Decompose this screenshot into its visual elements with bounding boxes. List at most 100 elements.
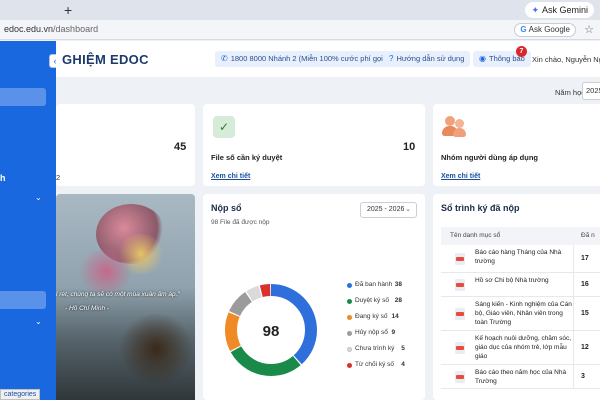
book-name: Sáng kiến - Kinh nghiệm của Cán bộ, Giáo… xyxy=(475,301,572,326)
year-select-value: 2025 - 2026 xyxy=(367,206,405,213)
legend-label: Đang ký số xyxy=(355,313,388,320)
legend-value: 9 xyxy=(391,329,396,336)
quote-text: l rét, chúng ta sẽ có một mùa xuân ấm áp… xyxy=(56,291,180,298)
quote-author: - Hồ Chí Minh - xyxy=(65,305,110,312)
sidebar-item-label[interactable]: h xyxy=(0,173,6,183)
table-row[interactable]: Báo cáo theo năm học của Nhà Trường 3 xyxy=(441,365,600,389)
year-select[interactable]: 2025 - 2026 ⌄ xyxy=(360,202,417,218)
url-path: /dashboard xyxy=(53,24,99,34)
legend-item[interactable]: Đã ban hành 38 xyxy=(347,281,425,297)
book-name: Báo cáo theo năm học của Nhà Trường xyxy=(475,369,567,385)
book-count: 12 xyxy=(581,344,589,351)
book-name: Hồ sơ Chi bộ Nhà trường xyxy=(475,277,549,284)
gemini-icon: ✦ xyxy=(531,5,539,15)
pdf-file-icon xyxy=(455,371,465,383)
signed-books-card: Sổ trình ký đã nộp Tên danh mục sổ Đã n … xyxy=(433,194,600,400)
legend-item[interactable]: Duyệt ký số 28 xyxy=(347,297,425,313)
url-text[interactable]: edoc.edu.vn/dashboard xyxy=(4,24,98,34)
page-header: GHIỆM EDOC ✆ 1800 8000 Nhánh 2 (Miễn 100%… xyxy=(56,41,600,77)
url-host: edoc.edu.vn xyxy=(4,24,54,34)
legend-label: Chưa trình ký xyxy=(355,345,395,352)
legend-label: Duyệt ký số xyxy=(355,297,389,304)
chevron-down-icon[interactable]: ⌄ xyxy=(35,193,42,202)
pdf-file-icon xyxy=(455,342,465,354)
table-row[interactable]: Sáng kiến - Kinh nghiệm của Cán bộ, Giáo… xyxy=(441,297,600,331)
stat-card: 45 2 xyxy=(56,104,195,186)
book-name: Kế hoạch nuôi dưỡng, chăm sóc, giáo dục … xyxy=(475,335,572,360)
legend-dot xyxy=(347,363,352,368)
table-row[interactable]: Báo cáo hàng Tháng của Nhà trường 17 xyxy=(441,245,600,273)
browser-tab-bar: + ✦ Ask Gemini xyxy=(0,0,600,20)
guide-label: Hướng dẫn sử dụng xyxy=(396,54,465,63)
stat-label: Nhóm người dùng áp dụng xyxy=(441,153,538,162)
user-guide-button[interactable]: ? Hướng dẫn sử dụng xyxy=(383,51,471,67)
pdf-file-icon xyxy=(455,253,465,265)
legend-label: Đã ban hành xyxy=(355,281,393,288)
google-icon: G xyxy=(520,25,527,34)
pdf-file-icon xyxy=(455,308,465,320)
card-subtitle: 98 File đã được nộp xyxy=(211,219,270,226)
ask-google-label: Ask Google xyxy=(528,25,570,34)
legend-value: 14 xyxy=(391,313,399,320)
address-bar[interactable]: edoc.edu.vn/dashboard G Ask Google ☆ xyxy=(0,20,600,40)
donut-chart: 98 xyxy=(225,284,317,376)
brand-title: GHIỆM EDOC xyxy=(62,52,149,67)
card-title: Nộp sổ xyxy=(211,203,242,213)
stat-card-files-to-sign: ✓ 10 File số cần ký duyệt Xem chi tiết xyxy=(203,104,425,186)
table-row[interactable]: Hồ sơ Chi bộ Nhà trường 16 xyxy=(441,273,600,297)
stat-label: File số cần ký duyệt xyxy=(211,153,283,162)
chevron-down-icon: ⌄ xyxy=(405,206,411,213)
chart-legend: Đã ban hành 38 Duyệt ký số 28 Đang ký số 14 Hủ… xyxy=(347,281,425,377)
legend-dot xyxy=(347,299,352,304)
legend-dot xyxy=(347,347,352,352)
ask-google-button[interactable]: G Ask Google xyxy=(514,23,576,37)
stat-number: 45 xyxy=(174,141,187,153)
notification-count-badge: 7 xyxy=(516,46,527,57)
legend-item[interactable]: Từ chối ký số 4 xyxy=(347,361,425,377)
legend-value: 4 xyxy=(401,361,405,368)
stat-card-user-groups: Nhóm người dùng áp dụng Xem chi tiết xyxy=(433,104,600,186)
legend-item[interactable]: Đang ký số 14 xyxy=(347,313,425,329)
quote-photo: l rét, chúng ta sẽ có một mùa xuân ấm áp… xyxy=(56,194,195,400)
user-greeting[interactable]: Xin chào, Nguyễn Ngọc xyxy=(532,55,600,64)
clipboard-check-icon: ✓ xyxy=(213,116,235,138)
legend-dot xyxy=(347,283,352,288)
flower-bouquet xyxy=(76,249,136,294)
legend-label: Từ chối ký số xyxy=(355,361,395,368)
legend-value: 38 xyxy=(394,281,402,288)
stat-sub-value: 2 xyxy=(56,173,61,182)
book-name: Báo cáo hàng Tháng của Nhà trường xyxy=(475,249,562,265)
ask-gemini-label: Ask Gemini xyxy=(541,5,588,15)
bookmark-star-icon[interactable]: ☆ xyxy=(584,23,594,36)
status-url-tooltip: categories xyxy=(0,389,41,400)
sidebar: h ⌄ ⌄ xyxy=(0,41,56,400)
legend-dot xyxy=(347,331,352,336)
chevron-down-icon[interactable]: ⌄ xyxy=(35,317,42,326)
book-count: 16 xyxy=(581,281,589,288)
bicycle-basket xyxy=(116,314,195,384)
school-year-select[interactable]: 2025 xyxy=(582,82,600,100)
help-icon: ? xyxy=(389,54,394,63)
column-header-name: Tên danh mục sổ xyxy=(450,232,501,239)
people-group-icon xyxy=(442,116,466,138)
sidebar-item-highlight[interactable] xyxy=(0,291,46,309)
table-header: Tên danh mục sổ Đã n xyxy=(441,227,600,245)
table-row[interactable]: Kế hoạch nuôi dưỡng, chăm sóc, giáo dục … xyxy=(441,331,600,365)
sidebar-item-active[interactable] xyxy=(0,88,46,106)
book-count: 3 xyxy=(581,373,585,380)
school-year-label: Năm học xyxy=(555,88,586,97)
stat-number: 10 xyxy=(403,141,416,153)
legend-value: 5 xyxy=(401,345,405,352)
legend-item[interactable]: Chưa trình ký 5 xyxy=(347,345,425,361)
hotline-badge[interactable]: ✆ 1800 8000 Nhánh 2 (Miễn 100% cước phí g… xyxy=(215,51,406,67)
ask-gemini-button[interactable]: ✦ Ask Gemini xyxy=(525,2,594,18)
new-tab-button[interactable]: + xyxy=(64,2,72,18)
hotline-text: 1800 8000 Nhánh 2 (Miễn 100% cước phí gọ… xyxy=(230,54,400,63)
view-details-link[interactable]: Xem chi tiết xyxy=(441,173,480,180)
phone-icon: ✆ xyxy=(221,54,228,63)
book-count: 17 xyxy=(581,255,589,262)
legend-dot xyxy=(347,315,352,320)
legend-item[interactable]: Hủy nộp sổ 9 xyxy=(347,329,425,345)
view-details-link[interactable]: Xem chi tiết xyxy=(211,173,250,180)
column-header-count: Đã n xyxy=(581,232,595,239)
